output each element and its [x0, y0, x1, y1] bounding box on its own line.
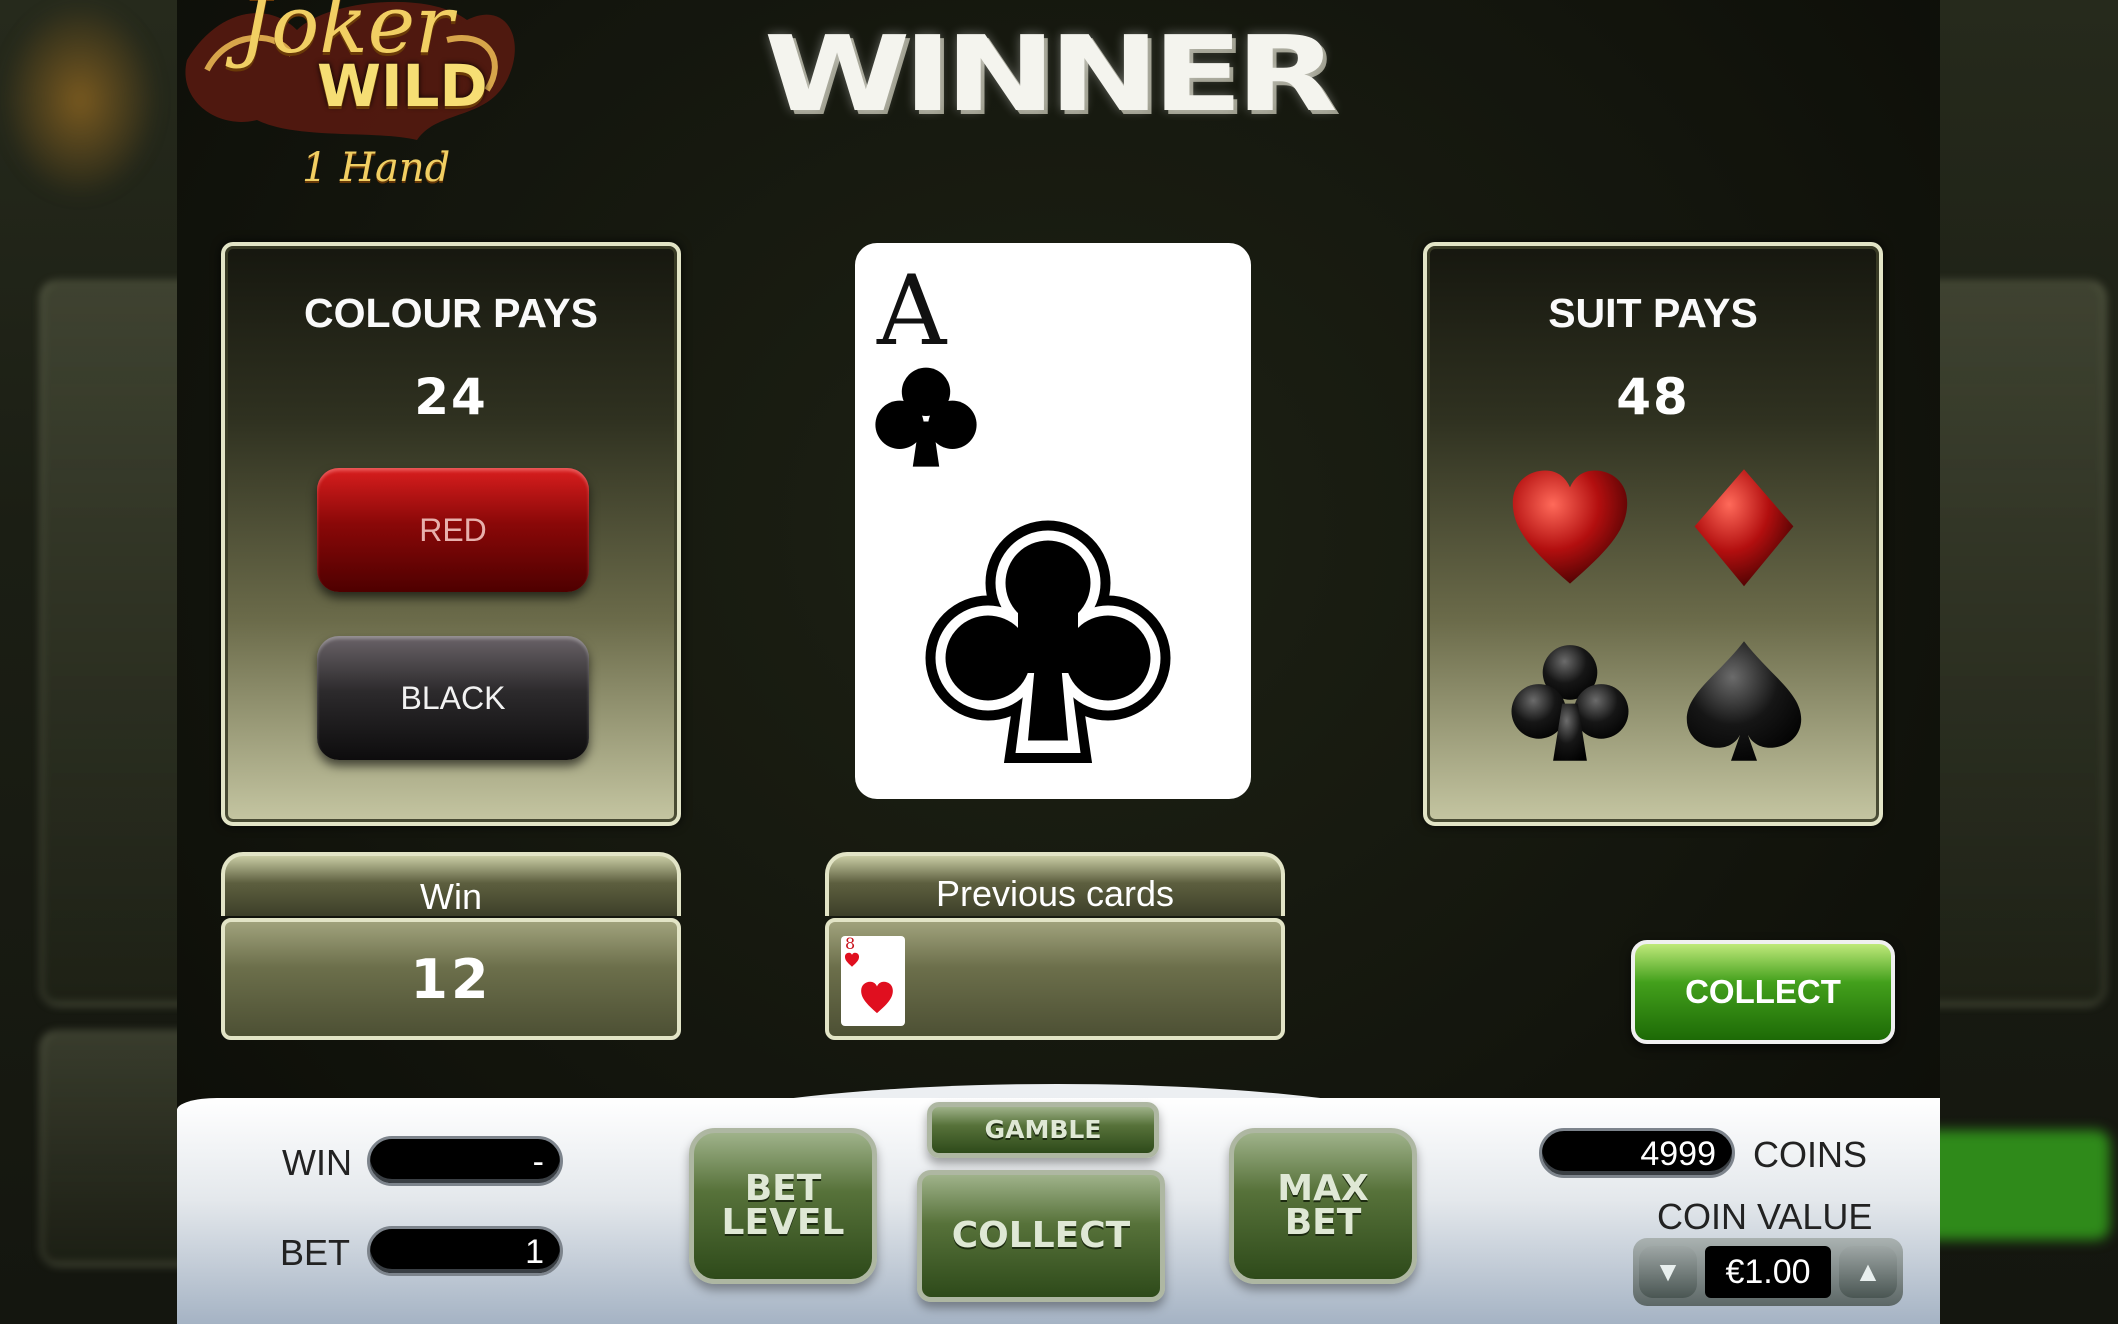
suit-pays-title: SUIT PAYS — [1548, 290, 1758, 336]
club-suit-button[interactable] — [1505, 636, 1635, 766]
previous-cards-label: Previous cards — [935, 873, 1175, 914]
console-collect-button[interactable]: COLLECT — [917, 1170, 1165, 1302]
logo-wild-text: WILD — [317, 52, 488, 120]
chevron-down-icon: ▼ — [1654, 1256, 1682, 1287]
previous-card-heart-icon — [861, 981, 893, 1014]
coin-value-selector: ▼ €1.00 ▲ — [1633, 1238, 1903, 1306]
win-tab-label: Win — [420, 876, 482, 917]
max-bet-button[interactable]: MAX BET — [1229, 1128, 1417, 1284]
bet-level-line1: BET — [744, 1167, 822, 1209]
win-value-box: 12 — [221, 918, 681, 1040]
coin-value-label: COIN VALUE — [1657, 1196, 1873, 1237]
red-button[interactable]: RED — [317, 468, 589, 592]
gamble-screen: Joker WILD 1 Hand WINNER COLOUR PAYS 24 … — [177, 0, 1940, 1324]
win-value: 12 — [410, 948, 492, 1011]
previous-card-rank: 8 — [845, 934, 856, 953]
bet-label: BET — [280, 1232, 351, 1273]
suit-pays-value: 48 — [1616, 368, 1690, 426]
coin-value-down-button[interactable]: ▼ — [1639, 1246, 1697, 1298]
card-large-club-icon — [925, 520, 1171, 763]
previous-cards-tab: Previous cards — [825, 852, 1285, 916]
chevron-up-icon: ▲ — [1854, 1256, 1882, 1287]
right-blur-background — [1940, 0, 2118, 1324]
previous-card: 8 — [841, 934, 905, 1026]
spade-suit-button[interactable] — [1679, 636, 1809, 766]
control-console: WIN - BET 1 BET LEVEL GAMBLE COLLECT MAX… — [177, 1098, 1940, 1324]
joker-wild-logo: Joker WILD 1 Hand — [177, 0, 537, 215]
collect-button[interactable]: COLLECT — [1631, 940, 1895, 1044]
coins-display: 4999 — [1539, 1128, 1735, 1178]
colour-pays-value: 24 — [414, 368, 488, 426]
winner-banner: WINNER — [763, 13, 1338, 135]
win-display: - — [367, 1136, 563, 1186]
heart-suit-button[interactable] — [1505, 464, 1635, 594]
suit-pays-panel: SUIT PAYS 48 — [1423, 242, 1883, 826]
diamond-suit-button[interactable] — [1679, 464, 1809, 594]
left-blur-background — [0, 0, 177, 1324]
gamble-button[interactable]: GAMBLE — [927, 1102, 1159, 1158]
coin-value-up-button[interactable]: ▲ — [1839, 1246, 1897, 1298]
bet-level-line2: LEVEL — [721, 1202, 845, 1243]
previous-cards-box: 8 — [825, 918, 1285, 1040]
max-bet-line1: MAX — [1277, 1167, 1369, 1209]
logo-hand-text: 1 Hand — [302, 145, 451, 191]
card-small-club-icon — [875, 367, 977, 467]
win-tab: Win — [221, 852, 681, 917]
previous-card-small-heart-icon — [844, 952, 860, 967]
bet-level-button[interactable]: BET LEVEL — [689, 1128, 877, 1284]
coin-value-display: €1.00 — [1705, 1246, 1831, 1298]
win-label: WIN — [282, 1142, 352, 1183]
colour-pays-title: COLOUR PAYS — [304, 290, 598, 336]
bet-display: 1 — [367, 1226, 563, 1276]
black-button[interactable]: BLACK — [317, 636, 589, 760]
card-rank: A — [877, 255, 947, 367]
current-card: A — [855, 243, 1251, 799]
coins-label: COINS — [1753, 1134, 1868, 1175]
colour-pays-panel: COLOUR PAYS 24 RED BLACK — [221, 242, 681, 826]
max-bet-line2: BET — [1284, 1202, 1362, 1243]
